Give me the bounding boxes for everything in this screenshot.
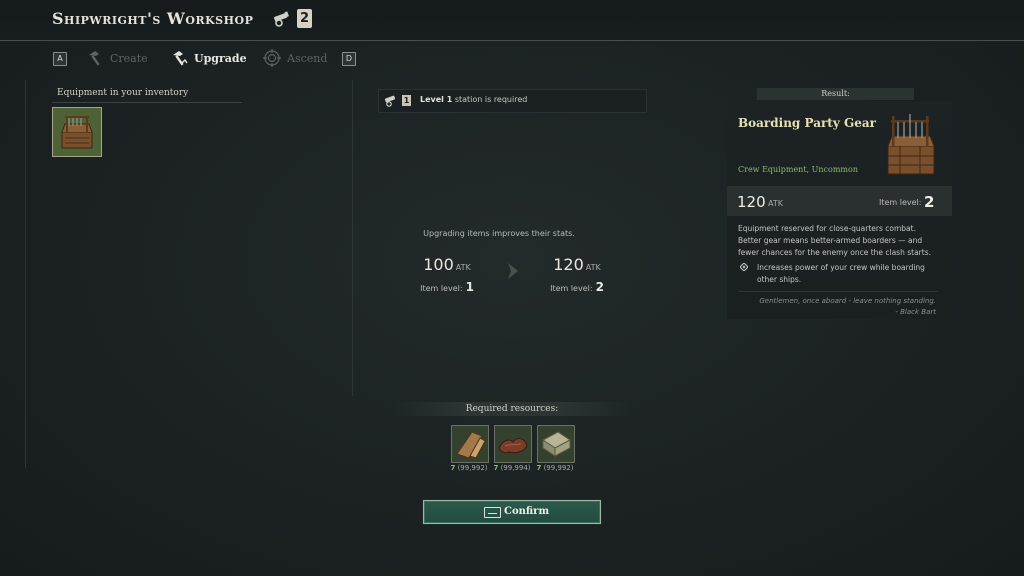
- result-bonus-text: Increases power of your crew while board…: [757, 263, 925, 284]
- inventory-item-slot[interactable]: [52, 107, 102, 157]
- resource-slot-wood[interactable]: [451, 425, 489, 463]
- upgrade-note: Upgrading items improves their stats.: [423, 229, 575, 238]
- level-before-value: 1: [465, 280, 474, 294]
- tab-ascend-label: Ascend: [287, 52, 328, 65]
- station-requirement: 1 Level 1 station is required: [378, 89, 647, 113]
- hammer-icon: [89, 51, 100, 66]
- result-label: Result:: [757, 88, 914, 100]
- cannon-icon: [273, 11, 289, 27]
- result-item-name: Boarding Party Gear: [738, 116, 876, 130]
- required-resources-label: Required resources:: [395, 402, 629, 416]
- result-level-value: 2: [924, 193, 935, 211]
- inventory-label: Equipment in your inventory: [52, 88, 242, 103]
- stat-before: 100 ATK Item level: 1: [402, 255, 492, 294]
- crate-icon: [53, 108, 101, 156]
- result-item-type: Crew Equipment, Uncommon: [738, 165, 858, 174]
- result-quote-text: Gentlemen, once aboard - leave nothing s…: [759, 297, 936, 305]
- atk-before-value: 100: [423, 255, 454, 274]
- cloth-icon: [538, 426, 574, 462]
- panel-divider: [352, 80, 353, 396]
- result-atk-value: 120: [737, 193, 766, 211]
- atk-before-unit: ATK: [455, 263, 471, 272]
- prev-tab-key[interactable]: A: [53, 52, 67, 66]
- diamond-bullet-icon: [740, 263, 748, 271]
- tab-bar: A Create Upgrade Ascend D: [0, 46, 400, 70]
- resource-slot-leather[interactable]: [494, 425, 532, 463]
- tab-upgrade-label: Upgrade: [194, 52, 247, 65]
- confirm-button[interactable]: Confirm: [423, 500, 601, 524]
- confirm-label: Confirm: [504, 506, 550, 517]
- resource-required-wood: 7: [450, 464, 456, 472]
- level-before: Item level: 1: [402, 280, 492, 294]
- station-level-badge: 2: [297, 9, 312, 28]
- level-after: Item level: 2: [532, 280, 622, 294]
- ascend-emblem-icon: [263, 49, 281, 67]
- atk-after-value: 120: [553, 255, 584, 274]
- crate-icon: [887, 114, 935, 175]
- station-requirement-suffix: station is required: [454, 95, 528, 104]
- resource-required-cloth: 7: [536, 464, 542, 472]
- result-quote: Gentlemen, once aboard - leave nothing s…: [738, 296, 936, 318]
- atk-after-unit: ATK: [585, 263, 601, 272]
- resource-owned-cloth: (99,992): [543, 464, 574, 472]
- leather-icon: [495, 426, 531, 462]
- header-bar: Shipwright's Workshop 2: [0, 0, 1024, 41]
- resource-slot-cloth[interactable]: [537, 425, 575, 463]
- result-atk-unit: ATK: [768, 199, 783, 208]
- required-level-text: Level 1: [420, 95, 453, 104]
- resource-count-cloth: 7 (99,992): [525, 464, 585, 472]
- tab-create-label: Create: [110, 52, 148, 65]
- level-before-label: Item level:: [420, 284, 463, 293]
- result-level-label: Item level:: [879, 198, 922, 207]
- cannon-icon: [384, 95, 396, 107]
- spacebar-key-icon: [484, 507, 501, 518]
- level-after-label: Item level:: [550, 284, 593, 293]
- chevron-right-icon: [508, 263, 518, 279]
- stat-after: 120 ATK Item level: 2: [532, 255, 622, 294]
- page-title: Shipwright's Workshop: [52, 9, 254, 28]
- resource-required-leather: 7: [493, 464, 499, 472]
- result-divider: [738, 291, 938, 292]
- required-level-badge: 1: [402, 95, 411, 106]
- result-stat-bar: 120 ATK Item level: 2: [727, 186, 952, 216]
- station-requirement-text: Level 1 station is required: [420, 95, 527, 104]
- next-tab-key[interactable]: D: [342, 52, 356, 66]
- result-quote-author: - Black Bart: [895, 308, 936, 316]
- hammer-upgrade-icon: [173, 51, 188, 66]
- level-after-value: 2: [595, 280, 604, 294]
- result-description: Equipment reserved for close-quarters co…: [738, 224, 931, 257]
- wood-plank-icon: [452, 426, 488, 462]
